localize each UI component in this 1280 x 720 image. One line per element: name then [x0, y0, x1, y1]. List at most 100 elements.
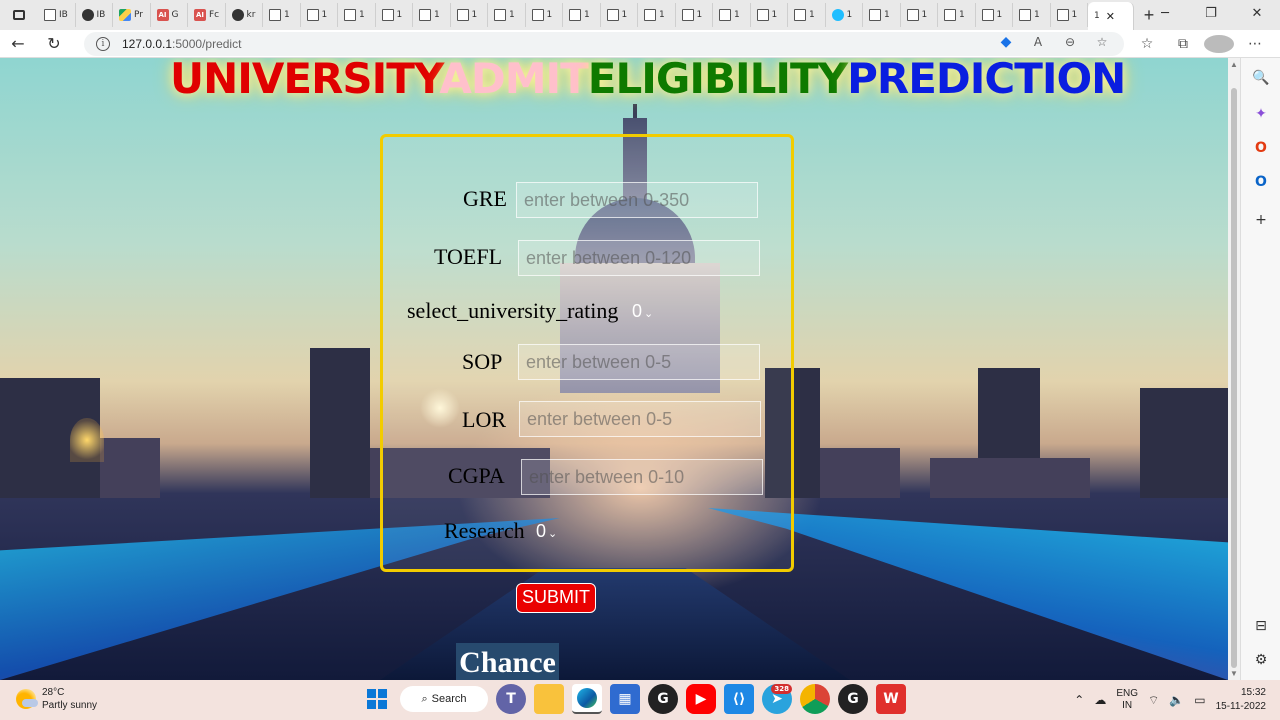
browser-tab[interactable]: kr [226, 3, 263, 27]
browser-tab[interactable]: 1 [601, 3, 638, 27]
browser-tab[interactable]: 1 [301, 3, 338, 27]
browser-tab[interactable]: 1 [263, 3, 301, 27]
github-icon[interactable]: G [838, 684, 868, 714]
start-icon[interactable] [362, 684, 392, 714]
edge-icon[interactable] [572, 684, 602, 714]
zoom-icon[interactable]: ⊖ [1058, 35, 1082, 49]
page-favicon-icon [419, 9, 431, 21]
volume-icon[interactable]: 🔈 [1169, 693, 1184, 707]
university-rating-select[interactable]: 0 ⌄ [632, 301, 653, 322]
favorite-add-icon[interactable]: ☆ [1090, 35, 1114, 49]
tab-actions-menu-icon[interactable] [0, 0, 38, 30]
sidebar-settings-icon[interactable]: ⚙ [1251, 650, 1271, 670]
chevron-up-icon[interactable]: ⌃ [1074, 693, 1084, 707]
page-scrollbar[interactable]: ▲ ▼ [1228, 58, 1240, 680]
vscode-icon[interactable]: ⟨⟩ [724, 684, 754, 714]
chrome-icon[interactable] [800, 684, 830, 714]
browser-tab[interactable]: 1 [526, 3, 563, 27]
minimize-icon[interactable]: ─ [1142, 0, 1188, 30]
cgpa-input[interactable] [521, 459, 763, 495]
maximize-icon[interactable]: ❐ [1188, 0, 1234, 30]
tab-active[interactable]: 1 ✕ [1088, 2, 1134, 30]
clock[interactable]: 15:32 15-11-2022 [1216, 686, 1266, 714]
toefl-label: TOEFL [434, 244, 503, 269]
sop-input[interactable] [518, 344, 760, 380]
tab-label: 1 [959, 10, 965, 20]
browser-tab[interactable]: 1 [376, 3, 413, 27]
submit-button[interactable]: SUBMIT [516, 583, 596, 613]
read-aloud-icon[interactable]: A [1026, 35, 1050, 49]
store-icon[interactable]: ▦ [610, 684, 640, 714]
sop-label: SOP [462, 349, 503, 374]
wps-icon[interactable]: W [876, 684, 906, 714]
collections-icon[interactable]: ⧉ [1168, 32, 1198, 56]
browser-tab[interactable]: IB [38, 3, 76, 27]
browser-tab[interactable]: 1 [338, 3, 376, 27]
window-controls: ─ ❐ ✕ [1142, 0, 1280, 30]
browser-tab[interactable]: 1 [1013, 3, 1051, 27]
browser-tab[interactable]: 1 [901, 3, 938, 27]
scroll-thumb[interactable] [1231, 88, 1237, 668]
browser-tab[interactable]: 1 [976, 3, 1013, 27]
reload-button[interactable]: ↻ [36, 34, 72, 53]
research-select[interactable]: 0 ⌄ [536, 521, 557, 542]
browser-tab[interactable]: AI Fc [188, 3, 226, 27]
scroll-down-icon[interactable]: ▼ [1230, 669, 1238, 678]
battery-icon[interactable]: ▭ [1194, 693, 1205, 707]
gre-label: GRE [463, 186, 507, 211]
taskbar-search[interactable]: ⌕ Search [400, 686, 488, 712]
browser-tab[interactable]: 1 [713, 3, 751, 27]
browser-tab[interactable]: 1 [638, 3, 676, 27]
file-explorer-icon[interactable] [534, 684, 564, 714]
profile-button[interactable] [1204, 32, 1234, 56]
teams-icon[interactable]: T [496, 684, 526, 714]
browser-tab[interactable]: 1 [413, 3, 451, 27]
language-indicator[interactable]: ENG IN [1116, 688, 1138, 712]
scroll-up-icon[interactable]: ▲ [1230, 60, 1238, 69]
github-favicon-icon [231, 9, 244, 21]
address-bar[interactable]: i 127.0.0.1 :5000/predict ◆ A ⊖ ☆ [84, 32, 1124, 56]
browser-tab[interactable]: 1 [863, 3, 901, 27]
onedrive-icon[interactable]: ☁ [1094, 693, 1106, 707]
browser-tab[interactable]: 1 [676, 3, 713, 27]
weather-widget[interactable]: 28°C Partly sunny [16, 686, 97, 712]
browser-tab[interactable]: Pr [113, 3, 151, 27]
browser-tab[interactable]: 1 [938, 3, 976, 27]
office-icon[interactable]: O [1251, 138, 1271, 158]
close-window-icon[interactable]: ✕ [1234, 0, 1280, 30]
browser-tab[interactable]: AI G [151, 3, 188, 27]
wifi-icon[interactable]: ⌔ [1148, 693, 1159, 708]
back-button[interactable]: ← [0, 34, 36, 53]
site-info-icon[interactable]: i [96, 37, 110, 51]
weather-text: 28°C Partly sunny [42, 686, 97, 712]
page-favicon-icon [456, 9, 469, 21]
page-favicon-icon [606, 9, 619, 21]
outlook-icon[interactable]: O [1251, 172, 1271, 192]
tab-label: G [171, 10, 179, 20]
close-tab-icon[interactable]: ✕ [1106, 10, 1115, 23]
tab-label: 1 [1034, 10, 1040, 20]
tag-icon[interactable]: ◆ [994, 34, 1018, 50]
ai-favicon-icon: AI [156, 9, 169, 21]
tab-label: 1 [434, 10, 440, 20]
toefl-input[interactable] [518, 240, 760, 276]
gre-input[interactable] [516, 182, 758, 218]
sidebar-search-icon[interactable]: 🔍 [1251, 68, 1271, 88]
add-sidebar-app-icon[interactable]: + [1251, 210, 1271, 230]
browser-tab[interactable]: IB [76, 3, 113, 27]
browser-tab[interactable]: 1 [826, 3, 863, 27]
browser-tab[interactable]: 1 [1051, 3, 1088, 27]
favorites-icon[interactable]: ☆ [1132, 32, 1162, 56]
telegram-icon[interactable]: ➤ 328 [762, 684, 792, 714]
hide-sidebar-icon[interactable]: ⊟ [1251, 616, 1271, 636]
browser-tab[interactable]: 1 [451, 3, 488, 27]
lor-input[interactable] [519, 401, 761, 437]
youtube-icon[interactable]: ▶ [686, 684, 716, 714]
settings-menu-icon[interactable]: ⋯ [1240, 32, 1270, 56]
copilot-icon[interactable]: ✦ [1251, 104, 1271, 124]
browser-tab[interactable]: 1 [488, 3, 526, 27]
github-desktop-icon[interactable]: G [648, 684, 678, 714]
browser-tab[interactable]: 1 [751, 3, 788, 27]
browser-tab[interactable]: 1 [563, 3, 601, 27]
browser-tab[interactable]: 1 [788, 3, 826, 27]
